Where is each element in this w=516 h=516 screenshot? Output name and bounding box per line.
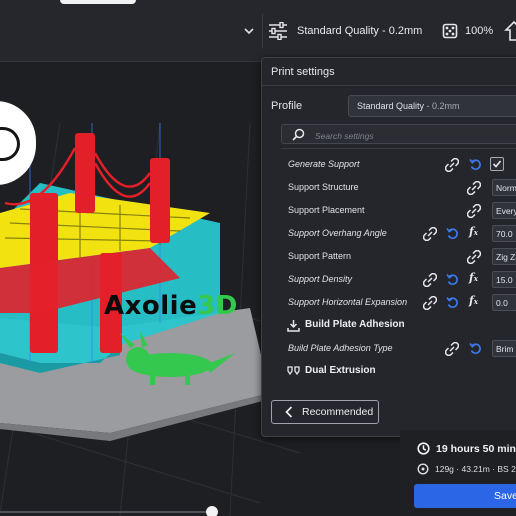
support-horizontal-expansion-field[interactable]: 0.0 (492, 294, 516, 311)
panel-title: Print settings (271, 66, 335, 78)
cura-window: Standard Quality - 0.2mm 100% Axolie3D P… (0, 0, 516, 516)
link-icon (423, 273, 437, 287)
quality-label: Standard Quality - 0.2mm (297, 25, 423, 37)
dual-extrusion-icon (287, 366, 300, 376)
fx-icon: fx (469, 225, 478, 238)
support-icon[interactable] (504, 20, 516, 42)
save-to-disk-button[interactable]: Save to Disk (414, 484, 516, 508)
time-value: 19 hours 50 minutes (436, 442, 516, 455)
support-pattern-select[interactable]: Zig Zag (492, 248, 516, 265)
link-icon (423, 227, 437, 241)
search-input[interactable] (315, 129, 515, 142)
layer-slider-handle[interactable] (206, 506, 218, 516)
link-icon (423, 296, 437, 310)
quality-profile-button[interactable]: Standard Quality - 0.2mm (268, 16, 422, 46)
settings-search[interactable] (281, 124, 516, 144)
setting-row-support-horizontal-expansion[interactable]: Support Horizontal Expansion fx 0.0 (281, 291, 516, 314)
search-icon (292, 128, 305, 141)
layer-slider-track[interactable] (0, 511, 216, 513)
setting-label: Support Placement (288, 205, 365, 215)
time-estimate: 19 hours 50 minutes (417, 442, 516, 455)
category-dual-extrusion[interactable]: Dual Extrusion (281, 360, 516, 383)
reset-icon[interactable] (446, 227, 459, 240)
setting-row-support-density[interactable]: Support Density fx 15.0 (281, 268, 516, 291)
adhesion-icon (287, 320, 300, 332)
setting-label: Generate Support (288, 159, 360, 169)
reset-icon[interactable] (446, 296, 459, 309)
fx-icon: fx (469, 271, 478, 284)
material-value: 129g · 43.21m · BS 20.00 (435, 464, 516, 474)
print-estimate: 19 hours 50 minutes 129g · 43.21m · BS 2… (400, 430, 516, 516)
link-icon (467, 250, 481, 264)
recommended-button[interactable]: Recommended (271, 400, 379, 424)
setting-label: Support Density (288, 274, 353, 284)
brand-watermark: Axolie3D (104, 291, 238, 321)
reset-icon[interactable] (469, 158, 482, 171)
reset-icon[interactable] (469, 342, 482, 355)
settings-list[interactable]: Generate Support Support Structure Nor S… (281, 148, 516, 392)
setting-label: Support Overhang Angle (288, 228, 387, 238)
link-icon (467, 181, 481, 195)
brand-text-accent: 3D (197, 291, 238, 321)
infill-label: 100% (465, 25, 494, 37)
recommended-label: Recommended (302, 406, 374, 418)
setting-label: Support Pattern (288, 251, 352, 261)
reset-icon[interactable] (446, 273, 459, 286)
setting-label: Build Plate Adhesion Type (288, 343, 393, 353)
support-density-field[interactable]: 15.0 (492, 271, 516, 288)
setting-row-build-plate-adhesion-type[interactable]: Build Plate Adhesion Type Brim (281, 337, 516, 360)
top-tab-indicator (60, 0, 136, 4)
profile-suffix: - 0.2mm (424, 101, 460, 111)
link-icon (445, 158, 459, 172)
link-icon (445, 342, 459, 356)
top-bar: Standard Quality - 0.2mm 100% (0, 0, 516, 62)
chevron-down-icon[interactable] (242, 24, 256, 38)
profile-value: Standard Quality (357, 101, 425, 111)
setting-row-support-overhang-angle[interactable]: Support Overhang Angle fx 70.0 (281, 222, 516, 245)
support-structure-select[interactable]: Normal (492, 179, 516, 196)
material-estimate: 129g · 43.21m · BS 20.00 (417, 463, 516, 475)
top-divider (262, 14, 263, 48)
profile-dropdown[interactable]: Standard Quality - 0.2mm (348, 95, 516, 117)
infill-button[interactable]: 100% (442, 16, 493, 46)
setting-row-generate-support[interactable]: Generate Support (281, 153, 516, 176)
setting-row-support-placement[interactable]: Support Placement Everywhere (281, 199, 516, 222)
category-build-plate-adhesion[interactable]: Build Plate Adhesion (281, 314, 516, 337)
support-overhang-angle-field[interactable]: 70.0 (492, 225, 516, 242)
profile-label: Profile (271, 100, 303, 112)
category-label: Build Plate Adhesion (305, 319, 405, 330)
setting-row-support-pattern[interactable]: Support Pattern Zig Zag (281, 245, 516, 268)
support-placement-select[interactable]: Everywhere (492, 202, 516, 219)
setting-label: Support Horizontal Expansion (288, 297, 408, 307)
check-icon (492, 160, 502, 168)
clock-icon (417, 442, 430, 455)
printer-selector[interactable] (0, 14, 262, 48)
dice-icon (442, 23, 458, 39)
generate-support-checkbox[interactable] (490, 157, 504, 171)
brand-text-primary: Axolie (104, 291, 198, 321)
panel-header: Print settings (262, 58, 516, 86)
print-settings-panel: Print settings Profile Standard Quality … (261, 57, 516, 437)
setting-label: Support Structure (288, 182, 359, 192)
fx-icon: fx (469, 294, 478, 307)
category-label: Dual Extrusion (305, 365, 376, 376)
adhesion-type-select[interactable]: Brim (492, 340, 516, 357)
setting-row-support-structure[interactable]: Support Structure Normal (281, 176, 516, 199)
sliders-icon (269, 22, 287, 40)
link-icon (467, 204, 481, 218)
spool-icon (417, 463, 429, 475)
chevron-left-icon (285, 406, 293, 418)
